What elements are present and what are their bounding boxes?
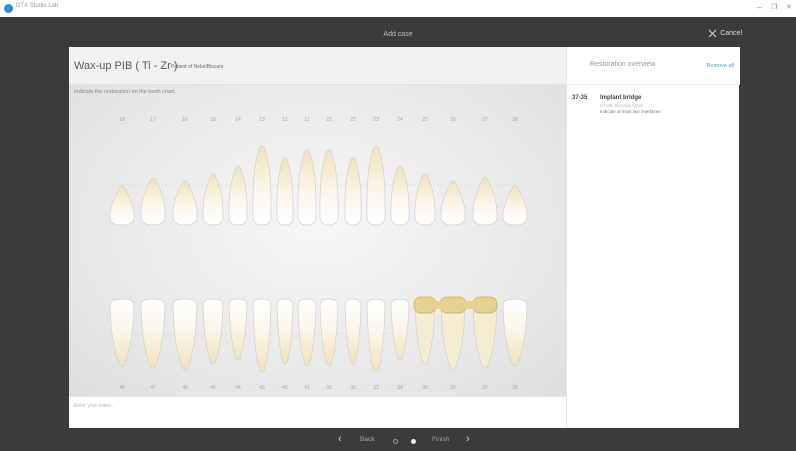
os-title-bar: DTX Studio Lab – ❐ ✕ [0, 0, 796, 17]
case-header: Wax-up PIB ( Ti - Zr ) Patient of NobelB… [69, 47, 566, 85]
upper-tooth-23[interactable] [366, 145, 386, 226]
lower-tooth-47[interactable] [140, 298, 166, 369]
remove-all-link[interactable]: Remove all [706, 63, 734, 69]
notes-area [69, 396, 566, 428]
maximize-icon[interactable]: ❐ [771, 3, 777, 11]
back-button[interactable]: Back [360, 436, 374, 443]
lower-tooth-46[interactable] [172, 298, 198, 371]
minimize-icon[interactable]: – [757, 2, 762, 12]
tooth-chart-section: Wax-up PIB ( Ti - Zr ) Patient of NobelB… [69, 47, 566, 428]
upper-tooth-22[interactable] [344, 157, 362, 226]
step-dot-2-active [411, 439, 416, 444]
upper-tooth-15[interactable] [202, 173, 224, 226]
restoration-item[interactable]: 37-35 Implant bridge HT-ML Zirconia ADoK… [567, 93, 740, 123]
wizard-footer: ‹ Back Finish › [0, 428, 796, 451]
os-window-title: DTX Studio Lab [16, 3, 59, 9]
implant-bridge-highlight[interactable] [413, 296, 498, 314]
app-logo-icon [4, 4, 13, 13]
upper-tooth-14[interactable] [228, 165, 248, 226]
restoration-overview: Restoration overview Remove all 37-35 Im… [566, 47, 740, 428]
page-title: Add case [383, 31, 413, 38]
lower-tooth-43[interactable] [252, 298, 272, 373]
upper-tooth-28[interactable] [502, 185, 528, 226]
tooth-chart[interactable]: Indicate the restoration on the tooth ch… [69, 85, 566, 396]
lower-tooth-32[interactable] [344, 298, 362, 365]
upper-tooth-12[interactable] [276, 157, 294, 226]
lower-tooth-33[interactable] [366, 298, 386, 373]
step-dot-1 [393, 439, 398, 444]
lower-tooth-41[interactable] [297, 298, 317, 367]
overview-title: Restoration overview [590, 61, 656, 68]
lower-tooth-34[interactable] [390, 298, 410, 361]
lower-tooth-38[interactable] [502, 298, 528, 367]
app-header: Add case Cancel [0, 17, 796, 47]
lower-tooth-45[interactable] [202, 298, 224, 365]
case-title: Wax-up PIB ( Ti - Zr ) [74, 60, 178, 72]
teeth-diagram[interactable] [69, 85, 566, 396]
upper-tooth-16[interactable] [172, 180, 198, 226]
restoration-material: HT-ML Zirconia ADoK [600, 103, 644, 108]
notes-input[interactable] [74, 403, 374, 409]
lower-tooth-31[interactable] [319, 298, 339, 367]
chevron-left-icon[interactable]: ‹ [338, 433, 342, 445]
close-window-icon[interactable]: ✕ [786, 3, 792, 11]
overview-header: Restoration overview Remove all [567, 47, 740, 85]
chevron-right-icon[interactable]: › [466, 433, 470, 445]
upper-tooth-21[interactable] [319, 149, 339, 226]
upper-tooth-25[interactable] [414, 173, 436, 226]
cancel-label: Cancel [720, 30, 742, 37]
upper-tooth-24[interactable] [390, 165, 410, 226]
restoration-warning: Indicate at least two interfaces [600, 109, 661, 114]
lower-tooth-42[interactable] [276, 298, 294, 365]
upper-tooth-13[interactable] [252, 145, 272, 226]
add-case-panel: Wax-up PIB ( Ti - Zr ) Patient of NobelB… [69, 47, 740, 428]
restoration-name: Implant bridge [600, 95, 642, 101]
upper-tooth-18[interactable] [109, 185, 135, 226]
lower-tooth-48[interactable] [109, 298, 135, 367]
finish-button[interactable]: Finish [432, 436, 449, 443]
upper-tooth-11[interactable] [297, 149, 317, 226]
upper-tooth-26[interactable] [440, 180, 466, 226]
close-icon [708, 29, 717, 38]
patient-label: Patient of NobelBiocare [171, 64, 224, 70]
cancel-button[interactable]: Cancel [708, 29, 742, 38]
restoration-range: 37-35 [572, 95, 588, 101]
lower-tooth-44[interactable] [228, 298, 248, 361]
